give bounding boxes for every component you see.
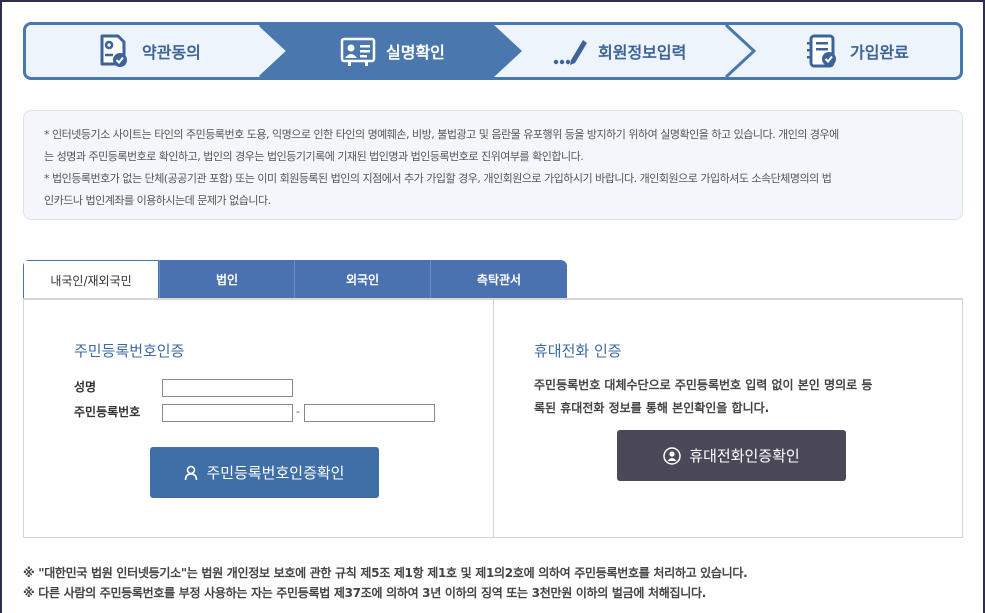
step-separator-3 — [724, 25, 757, 77]
member-type-tabs: 내국인/재외국민 법인 외국인 측탁관서 — [23, 260, 567, 299]
rrn-verification-panel: 주민등록번호인증 성명 주민등록번호 - 주민등록번호인증확인 — [24, 300, 493, 538]
name-input[interactable] — [162, 379, 293, 397]
step-verify: 실명확인 — [340, 25, 445, 77]
user-icon — [185, 465, 198, 480]
rrn-back-input[interactable] — [304, 404, 435, 422]
pencil-icon — [553, 40, 587, 65]
id-card-icon — [340, 37, 376, 66]
tab-commissioned-office[interactable]: 측탁관서 — [430, 260, 567, 299]
name-label: 성명 — [74, 380, 97, 394]
tab-corporation[interactable]: 법인 — [159, 260, 294, 299]
document-check-icon — [100, 34, 127, 67]
phone-verify-button[interactable]: 휴대전화인증확인 — [617, 430, 846, 481]
rrn-label: 주민등록번호 — [74, 405, 141, 419]
rrn-panel-title: 주민등록번호인증 — [74, 342, 185, 360]
phone-description: 주민등록번호 대체수단으로 주민등록번호 입력 없이 본인 명의로 등 록된 휴… — [534, 374, 934, 420]
rrn-front-input[interactable] — [162, 404, 293, 422]
phone-description-line: 록된 휴대전화 정보를 통해 본인확인을 합니다. — [534, 401, 770, 415]
tab-foreigner[interactable]: 외국인 — [294, 260, 430, 299]
step-terms: 약관동의 — [96, 25, 201, 77]
notice-line: 는 성명과 주민등록번호로 확인하고, 법인의 경우는 법인등기기록에 기재된 … — [44, 150, 584, 163]
notice-box: * 인터넷등기소 사이트는 타인의 주민등록번호 도용, 익명으로 인한 타인의… — [23, 110, 963, 220]
rrn-verify-button-label: 주민등록번호인증확인 — [206, 464, 345, 482]
signup-steps: 약관동의 실명확인 회원정보입력 가입완료 — [23, 22, 963, 80]
step-label: 실명확인 — [386, 43, 445, 62]
step-complete: 가입완료 — [804, 25, 909, 77]
footnote-line: ※ "대한민국 법원 인터넷등기소"는 법원 개인정보 보호에 관한 규칙 제5… — [23, 566, 748, 580]
list-check-icon — [807, 34, 836, 68]
tab-domestic[interactable]: 내국인/재외국민 — [23, 260, 159, 299]
notice-line: * 인터넷등기소 사이트는 타인의 주민등록번호 도용, 익명으로 인한 타인의… — [44, 128, 839, 141]
phone-panel-title: 휴대전화 인증 — [534, 342, 622, 360]
verification-panels: 주민등록번호인증 성명 주민등록번호 - 주민등록번호인증확인 휴대전화 인증 … — [23, 298, 963, 538]
user-circle-icon — [663, 446, 682, 465]
notice-line: * 법인등록번호가 없는 단체(공공기관 포함) 또는 이미 회원등록된 법인의… — [44, 172, 832, 185]
notice-line: 인카드나 법인계좌를 이용하시는데 문제가 없습니다. — [44, 194, 271, 207]
step-label: 약관동의 — [142, 43, 201, 62]
phone-verification-panel: 휴대전화 인증 주민등록번호 대체수단으로 주민등록번호 입력 없이 본인 명의… — [494, 300, 962, 538]
phone-description-line: 주민등록번호 대체수단으로 주민등록번호 입력 없이 본인 명의로 등 — [534, 378, 873, 392]
rrn-dash: - — [296, 405, 300, 418]
legal-footnotes: ※ "대한민국 법원 인터넷등기소"는 법원 개인정보 보호에 관한 규칙 제5… — [23, 563, 963, 603]
step-member-info: 회원정보입력 — [552, 25, 686, 77]
phone-verify-button-label: 휴대전화인증확인 — [689, 447, 800, 465]
step-label: 가입완료 — [850, 43, 909, 62]
rrn-verify-button[interactable]: 주민등록번호인증확인 — [150, 447, 379, 498]
step-label: 회원정보입력 — [598, 43, 687, 62]
footnote-line: ※ 다른 사람의 주민등록번호를 부정 사용하는 자는 주민등록법 제37조에 … — [23, 586, 706, 600]
